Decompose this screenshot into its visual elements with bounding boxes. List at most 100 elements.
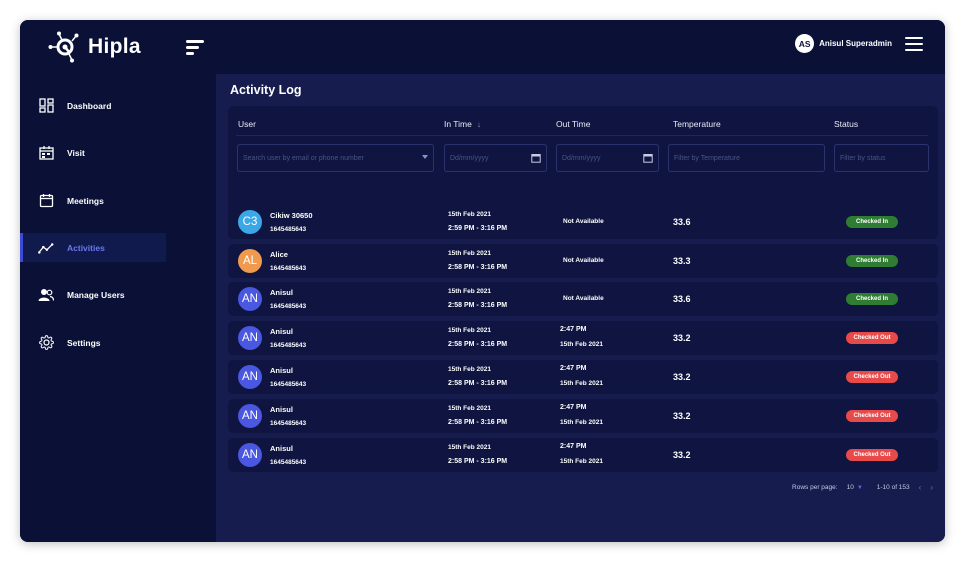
status-badge: Checked Out: [846, 410, 898, 422]
out-date: 15th Feb 2021: [560, 419, 603, 426]
out-time-not-available: Not Available: [563, 295, 604, 302]
sidebar-item-label: Manage Users: [67, 289, 125, 300]
prev-page-button[interactable]: ‹: [919, 483, 922, 492]
top-bar: Hipla AS Anisul Superadmin: [20, 20, 945, 74]
logo[interactable]: Hipla: [48, 30, 141, 64]
sidebar-item-visit[interactable]: Visit: [20, 138, 166, 167]
temperature-value: 33.2: [673, 411, 691, 421]
in-time-range: 2:58 PM - 3:16 PM: [448, 264, 508, 271]
dashboard-icon: [38, 98, 54, 114]
in-time-range: 2:59 PM - 3:16 PM: [448, 225, 508, 232]
calendar-icon[interactable]: [531, 153, 541, 165]
status-badge: Checked Out: [846, 371, 898, 383]
temperature-value: 33.3: [673, 256, 691, 266]
in-date: 15th Feb 2021: [448, 250, 491, 257]
next-page-button[interactable]: ›: [930, 483, 933, 492]
sidebar-item-meetings[interactable]: Meetings: [20, 186, 166, 215]
out-time-not-available: Not Available: [563, 218, 604, 225]
user-name: Anisul: [270, 444, 293, 453]
user-name: Alice: [270, 250, 288, 259]
calendar-icon[interactable]: [643, 153, 653, 165]
temperature-filter-input[interactable]: Filter by Temperature: [668, 144, 825, 172]
user-name: Cikiw 30650: [270, 211, 313, 220]
column-header-user: User: [238, 119, 256, 129]
sidebar-collapse-button[interactable]: [186, 40, 204, 56]
temperature-value: 33.6: [673, 217, 691, 227]
user-name[interactable]: Anisul Superadmin: [819, 39, 892, 48]
user-name: Anisul: [270, 366, 293, 375]
out-time: 2:47 PM: [560, 404, 587, 411]
table-row[interactable]: AL Alice 1645485643 15th Feb 2021 2:58 PM - …: [228, 244, 938, 278]
in-time-range: 2:58 PM - 3:16 PM: [448, 341, 508, 348]
app-window: Hipla AS Anisul Superadmin Dashboard Vis…: [20, 20, 945, 542]
pagination: Rows per page: 10 ▼ 1-10 of 153 ‹ ›: [792, 483, 933, 492]
table-row[interactable]: AN Anisul 1645485643 15th Feb 2021 2:58 PM -…: [228, 321, 938, 355]
in-time-date-input[interactable]: Dd/mm/yyyy: [444, 144, 547, 172]
column-header-temperature: Temperature: [673, 119, 721, 129]
status-badge: Checked In: [846, 216, 898, 228]
out-date: 15th Feb 2021: [560, 341, 603, 348]
out-time: 2:47 PM: [560, 326, 587, 333]
table-row[interactable]: C3 Cikiw 30650 1645485643 15th Feb 2021 2:59…: [228, 205, 938, 239]
gear-icon: [38, 335, 54, 351]
column-header-in-time[interactable]: In Time ↓: [444, 119, 481, 129]
status-badge: Checked In: [846, 293, 898, 305]
sort-arrow-icon[interactable]: ↓: [477, 120, 481, 129]
avatar: AN: [238, 443, 262, 467]
out-date: 15th Feb 2021: [560, 380, 603, 387]
brand-name: Hipla: [88, 35, 141, 58]
user-phone: 1645485643: [270, 226, 307, 233]
in-date: 15th Feb 2021: [448, 288, 491, 295]
dropdown-arrow-icon[interactable]: [422, 155, 428, 159]
column-header-out-time: Out Time: [556, 119, 591, 129]
user-phone: 1645485643: [270, 381, 307, 388]
sidebar-item-settings[interactable]: Settings: [20, 328, 166, 357]
out-time-not-available: Not Available: [563, 257, 604, 264]
sidebar-item-label: Meetings: [67, 195, 104, 206]
user-phone: 1645485643: [270, 265, 307, 272]
table-row[interactable]: AN Anisul 1645485643 15th Feb 2021 2:58 PM -…: [228, 360, 938, 394]
in-date: 15th Feb 2021: [448, 327, 491, 334]
hamburger-menu-icon[interactable]: [905, 36, 923, 51]
header-divider: [236, 135, 928, 136]
temperature-value: 33.2: [673, 450, 691, 460]
sidebar-item-activities[interactable]: Activities: [20, 233, 166, 262]
user-menu[interactable]: AS Anisul Superadmin: [795, 34, 923, 53]
visit-icon: [38, 145, 54, 161]
user-name: Anisul: [270, 405, 293, 414]
page-range: 1-10 of 153: [876, 484, 910, 491]
user-phone: 1645485643: [270, 342, 307, 349]
in-date: 15th Feb 2021: [448, 366, 491, 373]
rows-per-page-select[interactable]: 10 ▼: [847, 484, 863, 491]
avatar[interactable]: AS: [795, 34, 815, 53]
table-row[interactable]: AN Anisul 1645485643 15th Feb 2021 2:58 PM -…: [228, 399, 938, 433]
sidebar-item-dashboard[interactable]: Dashboard: [20, 91, 166, 120]
avatar: AN: [238, 404, 262, 428]
sidebar-item-label: Dashboard: [67, 100, 112, 111]
sidebar-item-manage-users[interactable]: Manage Users: [20, 280, 166, 309]
out-time-date-input[interactable]: Dd/mm/yyyy: [556, 144, 659, 172]
sidebar-item-label: Activities: [67, 242, 105, 253]
temperature-value: 33.2: [673, 333, 691, 343]
in-time-range: 2:58 PM - 3:16 PM: [448, 380, 508, 387]
sidebar-item-label: Settings: [67, 337, 101, 348]
avatar: C3: [238, 210, 262, 234]
status-badge: Checked Out: [846, 332, 898, 344]
user-phone: 1645485643: [270, 420, 307, 427]
user-name: Anisul: [270, 327, 293, 336]
table-row[interactable]: AN Anisul 1645485643 15th Feb 2021 2:58 PM -…: [228, 282, 938, 316]
in-time-range: 2:58 PM - 3:16 PM: [448, 458, 508, 465]
temperature-value: 33.2: [673, 372, 691, 382]
user-search-input[interactable]: Search user by email or phone number: [237, 144, 434, 172]
table-row[interactable]: AN Anisul 1645485643 15th Feb 2021 2:58 PM -…: [228, 438, 938, 472]
user-phone: 1645485643: [270, 303, 307, 310]
avatar: AL: [238, 249, 262, 273]
chevron-down-icon: ▼: [856, 484, 863, 491]
in-date: 15th Feb 2021: [448, 211, 491, 218]
page-title: Activity Log: [230, 83, 302, 97]
status-filter-input[interactable]: Filter by status: [834, 144, 929, 172]
avatar: AN: [238, 287, 262, 311]
sidebar: Dashboard Visit Meetings Activities Mana…: [20, 74, 216, 542]
out-date: 15th Feb 2021: [560, 458, 603, 465]
avatar: AN: [238, 365, 262, 389]
